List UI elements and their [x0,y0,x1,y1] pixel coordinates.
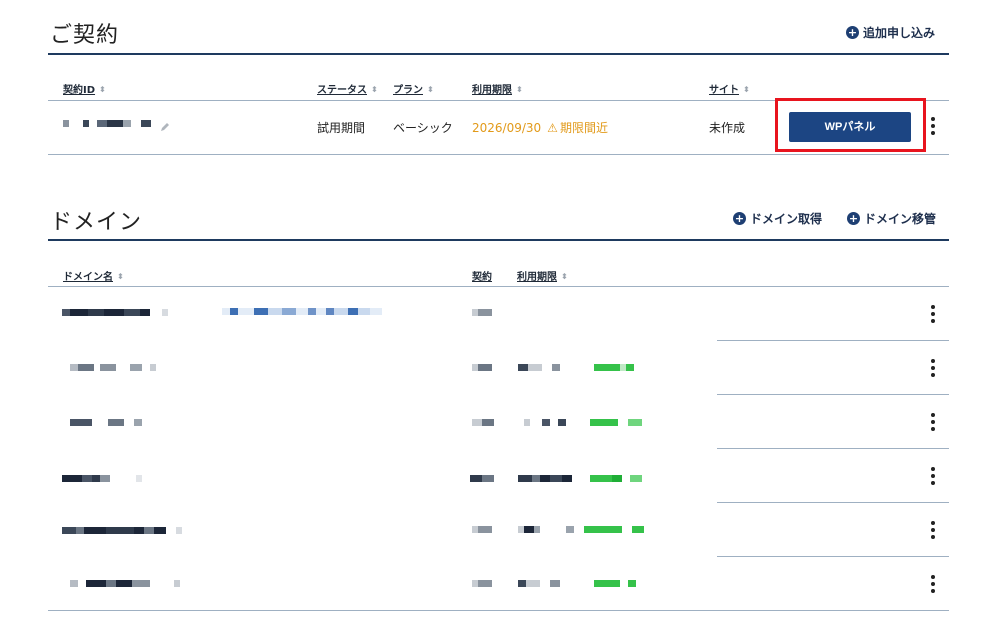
contract-row-divider [48,154,949,155]
domain-row-divider [717,394,949,395]
domain-row-divider [717,556,949,557]
wp-panel-button[interactable]: WPパネル [789,112,911,142]
col-domain-contract[interactable]: 契約 [472,268,492,283]
domain-expiry-redacted [524,419,642,426]
domain-table-bottom-divider [48,610,949,611]
domain-expiry-redacted [518,580,636,587]
domain-name-redacted [70,364,156,371]
domain-row-menu-icon[interactable] [925,303,941,325]
col-plan[interactable]: プラン ⬍ [393,81,434,96]
domain-row-menu-icon[interactable] [925,573,941,595]
add-subscription-label: 追加申し込み [863,26,936,40]
warning-triangle-icon: ⚠ [547,121,558,135]
domain-contract-redacted [472,364,492,371]
edit-pencil-icon[interactable] [160,122,170,132]
col-contract-id-label: 契約ID [63,85,96,96]
col-domain-name[interactable]: ドメイン名 ⬍ [63,268,124,283]
domain-expiry-redacted [518,364,634,371]
sort-icon: ⬍ [561,272,568,281]
plus-circle-icon: + [847,212,860,225]
plus-circle-icon: + [846,26,859,39]
contract-section-title: ご契約 [50,23,120,48]
contract-id-redacted [63,120,151,127]
transfer-domain-link[interactable]: + ドメイン移管 [847,210,936,227]
domain-row-menu-icon[interactable] [925,411,941,433]
sort-icon: ⬍ [743,85,750,94]
col-domain-expiry-label: 利用期限 [517,272,557,283]
domain-url-redacted [222,308,382,315]
acquire-domain-link[interactable]: + ドメイン取得 [733,210,822,227]
contract-row-menu-icon[interactable] [925,115,941,137]
domain-table-header-divider [48,286,949,287]
col-site-label: サイト [709,85,739,96]
col-expiry[interactable]: 利用期限 ⬍ [472,81,523,96]
domain-row-menu-icon[interactable] [925,465,941,487]
domain-contract-redacted [472,526,492,533]
col-domain-name-label: ドメイン名 [63,272,113,283]
domain-row-menu-icon[interactable] [925,357,941,379]
domain-contract-redacted [472,309,492,316]
plus-circle-icon: + [733,212,746,225]
domain-name-redacted [62,527,182,534]
col-status[interactable]: ステータス ⬍ [317,81,378,96]
col-contract-id[interactable]: 契約ID ⬍ [63,81,106,96]
sort-icon: ⬍ [427,85,434,94]
sort-icon: ⬍ [516,85,523,94]
contract-section-divider [48,53,949,55]
domain-name-redacted [70,580,180,587]
contract-status: 試用期間 [317,121,366,135]
col-plan-label: プラン [393,85,423,96]
domain-contract-redacted [470,475,494,482]
contract-plan: ベーシック [393,121,453,135]
domain-expiry-redacted [518,475,642,482]
contract-expiry: 2026/09/30 ⚠ 期限間近 [472,119,608,136]
domain-row-divider [717,502,949,503]
domain-row-divider [717,340,949,341]
col-domain-contract-label: 契約 [472,272,492,283]
sort-icon: ⬍ [99,85,106,94]
acquire-domain-label: ドメイン取得 [750,212,823,226]
domain-section-divider [48,239,949,241]
domain-name-redacted [70,419,142,426]
sort-icon: ⬍ [117,272,124,281]
col-domain-expiry[interactable]: 利用期限 ⬍ [517,268,568,283]
domain-contract-redacted [472,580,492,587]
domain-name-redacted [62,309,168,316]
col-status-label: ステータス [317,85,367,96]
domain-row-menu-icon[interactable] [925,519,941,541]
col-expiry-label: 利用期限 [472,85,512,96]
domain-row-divider [717,448,949,449]
contract-expiry-warning: 期限間近 [559,121,608,135]
domain-section-title: ドメイン [50,210,143,235]
add-subscription-link[interactable]: + 追加申し込み [846,24,935,41]
domain-expiry-redacted [518,526,644,533]
col-site[interactable]: サイト ⬍ [709,81,750,96]
contract-site: 未作成 [709,121,746,135]
domain-contract-redacted [472,419,494,426]
transfer-domain-label: ドメイン移管 [864,212,937,226]
sort-icon: ⬍ [371,85,378,94]
domain-name-redacted [62,475,142,482]
contract-expiry-date: 2026/09/30 [472,121,542,135]
